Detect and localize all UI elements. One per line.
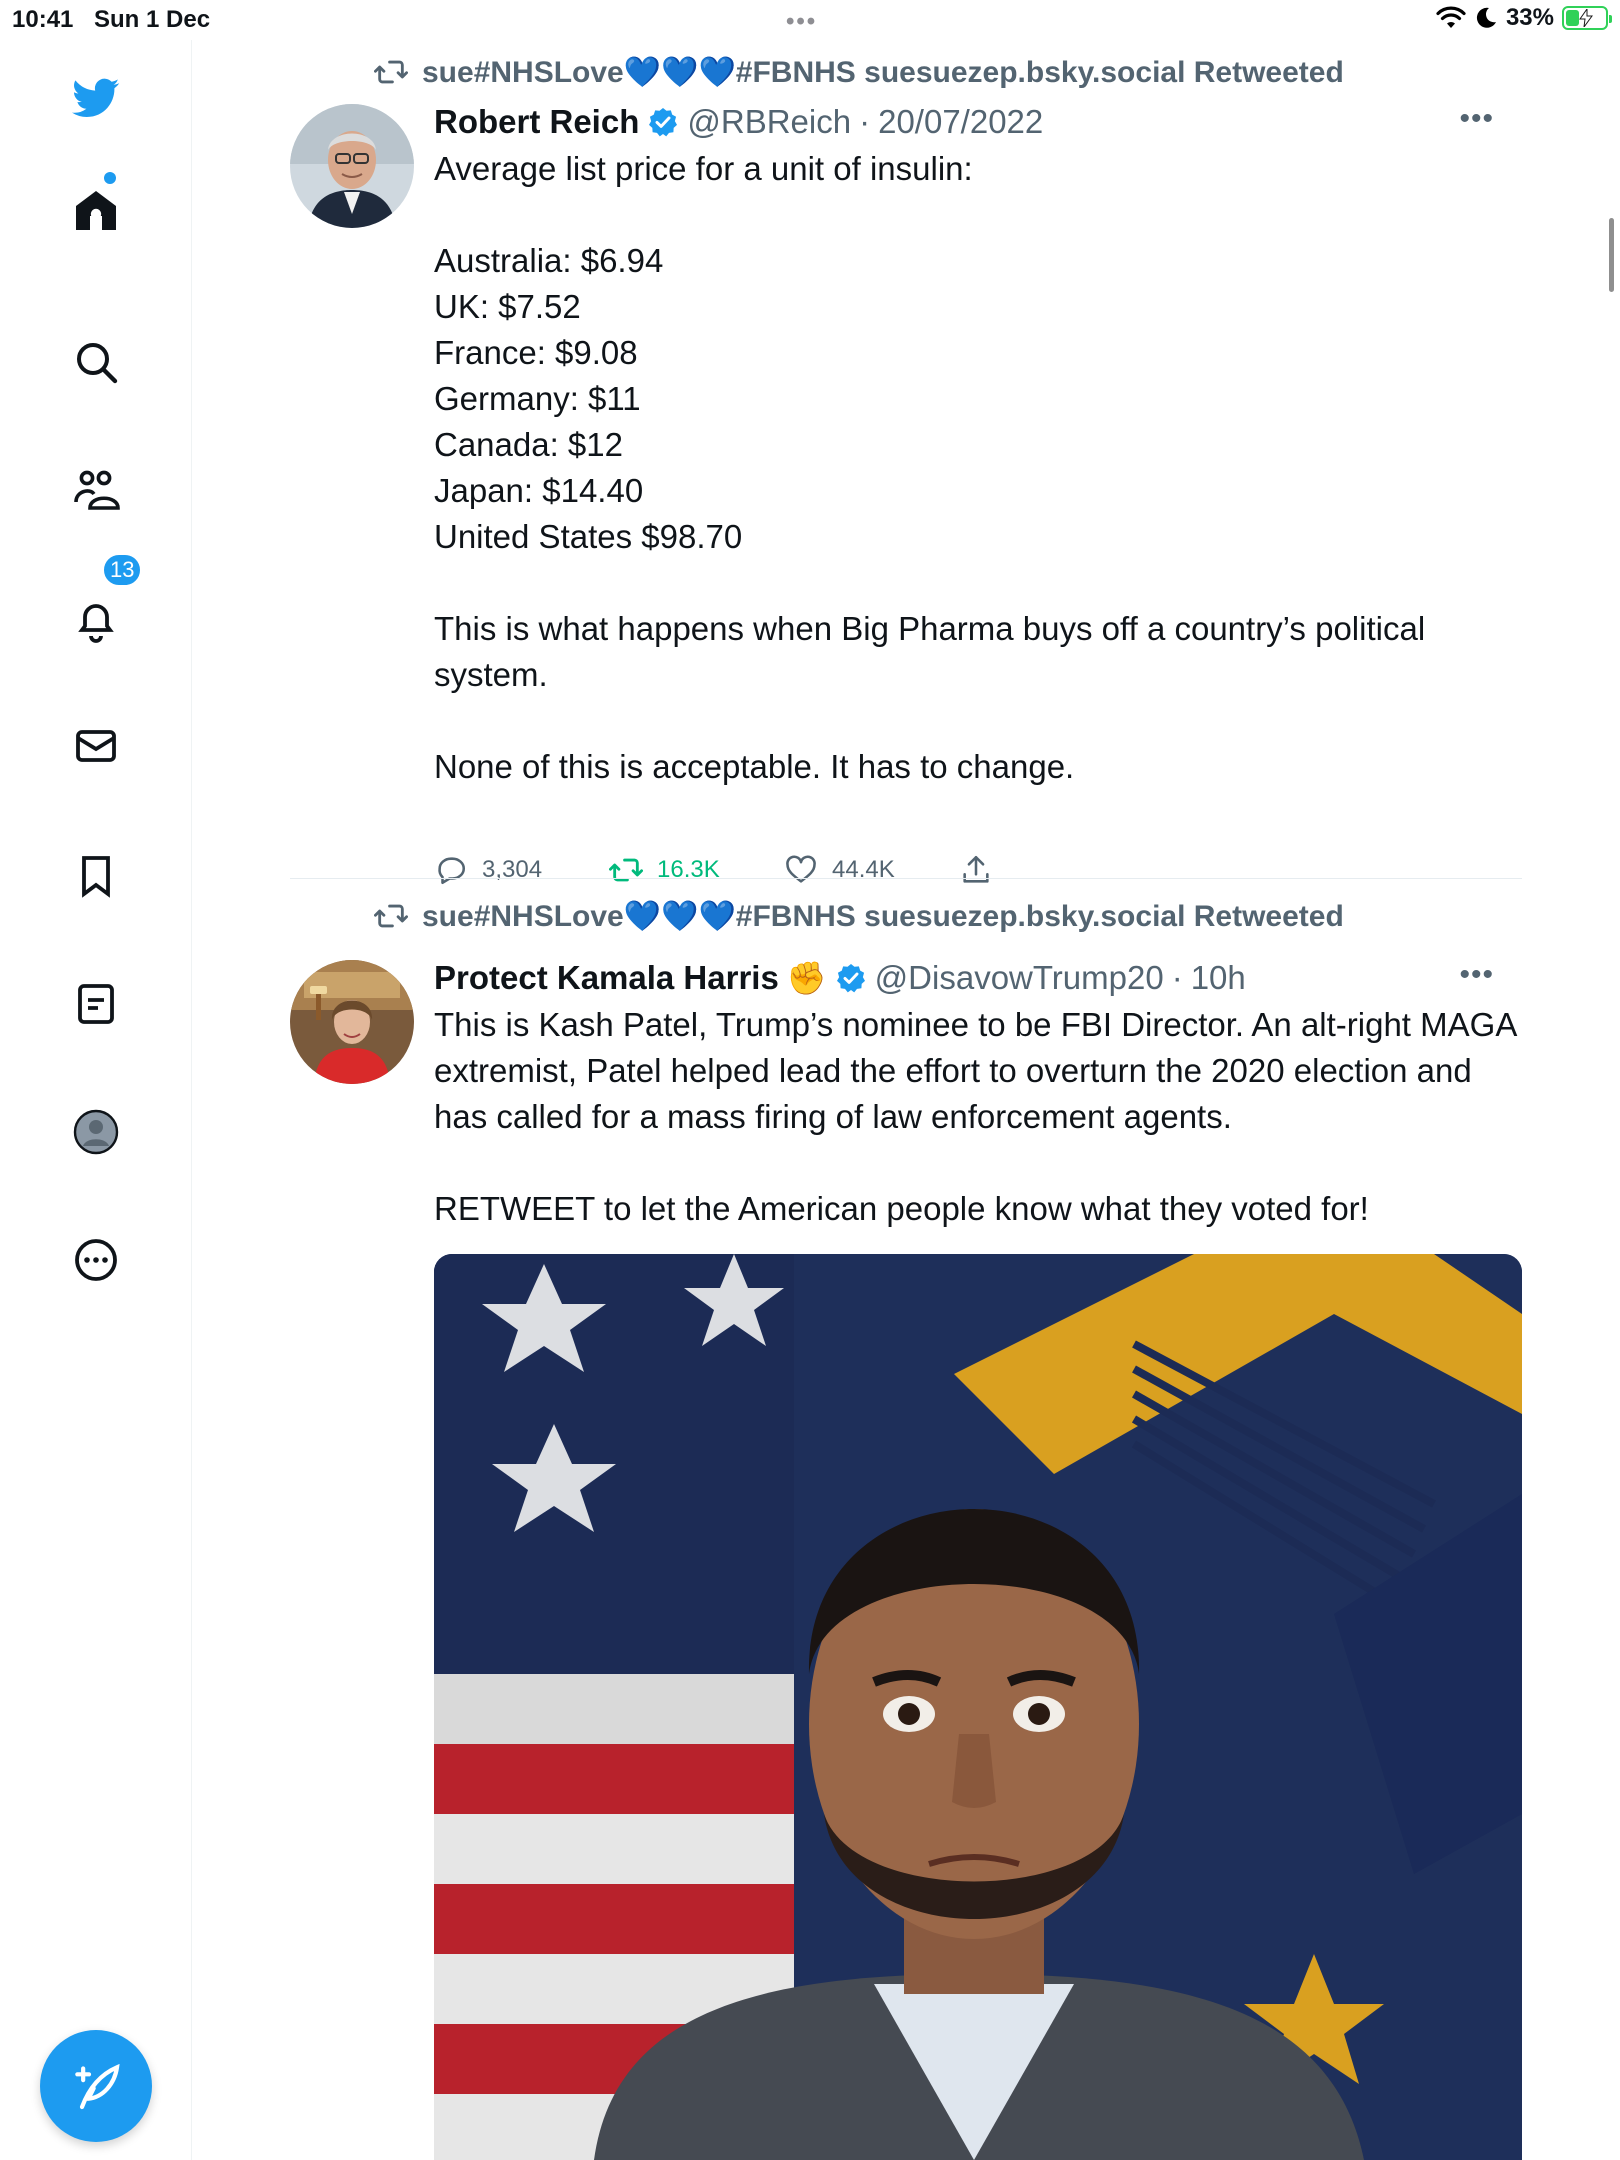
tweet-text-line: RETWEET to let the American people know … — [434, 1190, 1369, 1227]
retweet-context: sue#NHSLove💙💙💙#FBNHS suesuezep.bsky.soci… — [374, 52, 1344, 92]
retweet-context: sue#NHSLove💙💙💙#FBNHS suesuezep.bsky.soci… — [374, 896, 1344, 936]
compose-tweet-button[interactable] — [40, 2030, 152, 2142]
tweet-media-photo[interactable] — [434, 1254, 1522, 2160]
verified-badge-icon — [649, 108, 678, 137]
reply-icon — [438, 857, 465, 885]
author-handle[interactable]: @RBReich — [687, 103, 851, 141]
reply-count: 3,304 — [482, 856, 543, 883]
raised-fist-emoji: ✊ — [786, 960, 827, 996]
twitter-logo-icon[interactable] — [64, 66, 128, 130]
status-bar: 10:41 Sun 1 Dec ••• 33% — [0, 0, 1620, 40]
tweet-text: This is Kash Patel, Trump’s nominee to b… — [434, 1002, 1522, 1232]
messages-icon[interactable] — [64, 714, 128, 778]
tweet[interactable]: sue#NHSLove💙💙💙#FBNHS suesuezep.bsky.soci… — [290, 40, 1522, 885]
avatar[interactable] — [290, 104, 414, 228]
reply-button[interactable]: 3,304 — [434, 853, 609, 887]
retweet-icon — [374, 904, 408, 928]
like-button[interactable]: 44.4K — [784, 853, 959, 887]
retweet-icon — [374, 60, 408, 84]
author-name[interactable]: Protect Kamala Harris — [434, 959, 779, 997]
compose-tweet-icon — [75, 2063, 120, 2110]
communities-icon[interactable] — [64, 458, 128, 522]
author-handle[interactable]: @DisavowTrump20 — [875, 959, 1164, 997]
tweet-actions: 3,304 16.3K 44.4K — [434, 850, 1134, 890]
tweet-text-line: UK: $7.52 — [434, 288, 581, 325]
tweet-text-line: Japan: $14.40 — [434, 472, 644, 509]
lists-icon[interactable] — [64, 972, 128, 1036]
like-count: 44.4K — [832, 856, 895, 883]
home-icon[interactable] — [64, 178, 128, 242]
tweet-text: Average list price for a unit of insulin… — [434, 146, 1522, 790]
tweet-text-line: United States $98.70 — [434, 518, 743, 555]
tweet-divider — [290, 878, 1522, 879]
bookmarks-icon[interactable] — [64, 844, 128, 908]
share-button[interactable] — [959, 853, 1134, 887]
avatar[interactable] — [290, 960, 414, 1084]
tweet-text-line: Average list price for a unit of insulin… — [434, 150, 973, 187]
tweet-text-line: This is Kash Patel, Trump’s nominee to b… — [434, 1006, 1516, 1135]
tweet-text-line: France: $9.08 — [434, 334, 638, 371]
profile-icon[interactable] — [64, 1100, 128, 1164]
heart-icon — [786, 855, 816, 883]
tweet-time[interactable]: 10h — [1191, 959, 1246, 997]
tweet-more-icon[interactable]: ••• — [1459, 102, 1494, 136]
battery-percent: 33% — [1505, 4, 1554, 31]
search-icon[interactable] — [64, 330, 128, 394]
header-separator: · — [1171, 959, 1183, 996]
verified-badge-icon — [836, 964, 865, 993]
tweet-text-line: Australia: $6.94 — [434, 242, 664, 279]
retweeted-by-text[interactable]: sue#NHSLove💙💙💙#FBNHS suesuezep.bsky.soci… — [422, 899, 1344, 934]
retweet-icon — [609, 858, 643, 882]
tweet[interactable]: sue#NHSLove💙💙💙#FBNHS suesuezep.bsky.soci… — [290, 896, 1522, 2160]
notifications-icon[interactable] — [64, 588, 128, 652]
header-separator: · — [859, 103, 871, 140]
multitasking-dots-icon[interactable]: ••• — [786, 8, 817, 36]
scrollbar[interactable] — [1609, 218, 1614, 292]
retweeted-by-text[interactable]: sue#NHSLove💙💙💙#FBNHS suesuezep.bsky.soci… — [422, 55, 1344, 90]
status-time: 10:41 — [12, 6, 74, 33]
share-icon — [963, 855, 989, 883]
wifi-icon — [1436, 6, 1466, 28]
battery-icon — [1562, 6, 1612, 30]
tweet-header: Protect Kamala Harris ✊ @DisavowTrump20 … — [434, 956, 1246, 1000]
tweet-text-line: Canada: $12 — [434, 426, 623, 463]
tweet-header: Robert Reich @RBReich · 20/07/2022 — [434, 100, 1043, 144]
tweet-text-line: This is what happens when Big Pharma buy… — [434, 610, 1426, 693]
do-not-disturb-moon-icon — [1476, 7, 1496, 28]
tweet-more-icon[interactable]: ••• — [1459, 958, 1494, 992]
notifications-badge: 13 — [102, 553, 143, 587]
more-icon[interactable] — [64, 1228, 128, 1292]
status-date: Sun 1 Dec — [94, 6, 211, 33]
author-name[interactable]: Robert Reich — [434, 103, 639, 141]
retweet-button[interactable]: 16.3K — [609, 853, 784, 887]
tweet-text-line: Germany: $11 — [434, 380, 641, 417]
home-unread-dot — [104, 172, 116, 184]
sidebar: 13 — [0, 40, 192, 2160]
tweet-text-line: None of this is acceptable. It has to ch… — [434, 748, 1075, 785]
retweet-count: 16.3K — [657, 856, 720, 883]
tweet-time[interactable]: 20/07/2022 — [878, 103, 1043, 141]
